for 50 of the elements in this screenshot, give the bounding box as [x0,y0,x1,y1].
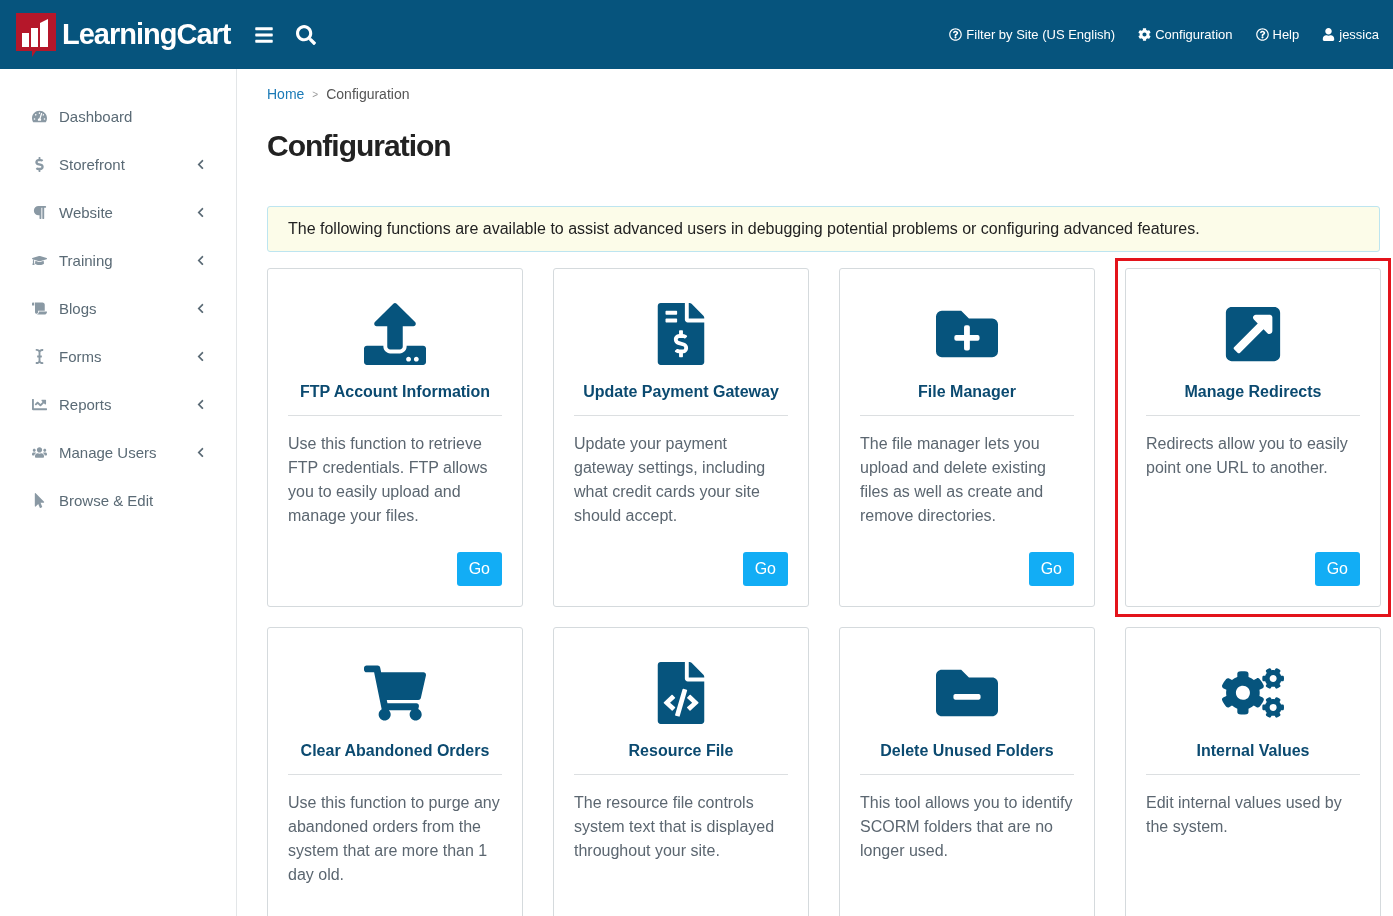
sidebar-item[interactable]: Blogs [0,284,236,332]
logo-text[interactable]: LearningCart [62,18,231,51]
breadcrumb-text: Configuration [326,86,410,102]
card-description: The resource file controls system text that is displayed throughout your site. [574,793,776,861]
scroll-icon [32,300,47,316]
header-link[interactable]: Help [1255,27,1300,42]
chart-icon [32,396,47,412]
sidebar-item[interactable]: Dashboard [0,92,236,140]
card-title: Update Payment Gateway [574,383,788,416]
search-button[interactable] [296,24,317,45]
card-description: Use this function to retrieve FTP credentials. FTP allows you to easily upload and manage your files. [288,434,489,526]
card-title: Manage Redirects [1146,383,1360,416]
cart-icon [364,662,426,724]
header-link[interactable]: Filter by Site (US English) [949,27,1116,42]
sidebar-item[interactable]: Reports [0,380,236,428]
card-title: File Manager [860,383,1074,416]
sidebar-item[interactable]: Forms [0,332,236,380]
help-icon [949,28,963,41]
users-icon [32,444,47,460]
sidebar-item[interactable]: Storefront [0,140,236,188]
header-link[interactable]: Configuration [1138,27,1233,42]
card-description: Update your payment gateway settings, including what credit cards your site should accept. [574,434,767,526]
card-description: Edit internal values used by the system. [1146,793,1343,837]
pointer-icon [32,492,47,508]
info-notice: The following functions are available to assist advanced users in debugging potential problems or configuring advanced features. [267,206,1380,252]
card-description: This tool allows you to identify SCORM folders that are no longer used. [860,793,1074,861]
card-description: The file manager lets you upload and delete existing files as well as create and remove directories. [860,434,1047,526]
gauge-icon [32,108,47,124]
sidebar-item[interactable]: Browse & Edit [0,476,236,524]
card-title: Clear Abandoned Orders [288,742,502,775]
logo-icon [16,12,56,57]
paragraph-icon [32,204,47,220]
user-icon [1322,28,1336,41]
breadcrumb-separator: > [312,88,319,100]
sidebar-item[interactable]: Website [0,188,236,236]
card-title: FTP Account Information [288,383,502,416]
sidebar-item[interactable]: Training [0,236,236,284]
card-description: Use this function to purge any abandoned orders from the system that are more than 1 day old. [288,793,501,885]
card-title: Delete Unused Folders [860,742,1074,775]
breadcrumb-link[interactable]: Home [267,86,305,102]
card-title: Internal Values [1146,742,1360,775]
upload-icon [364,303,426,365]
help-icon [1255,28,1269,41]
menu-button[interactable] [254,24,275,45]
settings-icon [1138,28,1152,41]
card-title: Resource File [574,742,788,775]
sidebar-item[interactable]: Manage Users [0,428,236,476]
header-link[interactable]: jessica [1322,27,1379,42]
page-title: Configuration [267,129,452,163]
card-description: Redirects allow you to easily point one URL to another. [1146,434,1349,478]
